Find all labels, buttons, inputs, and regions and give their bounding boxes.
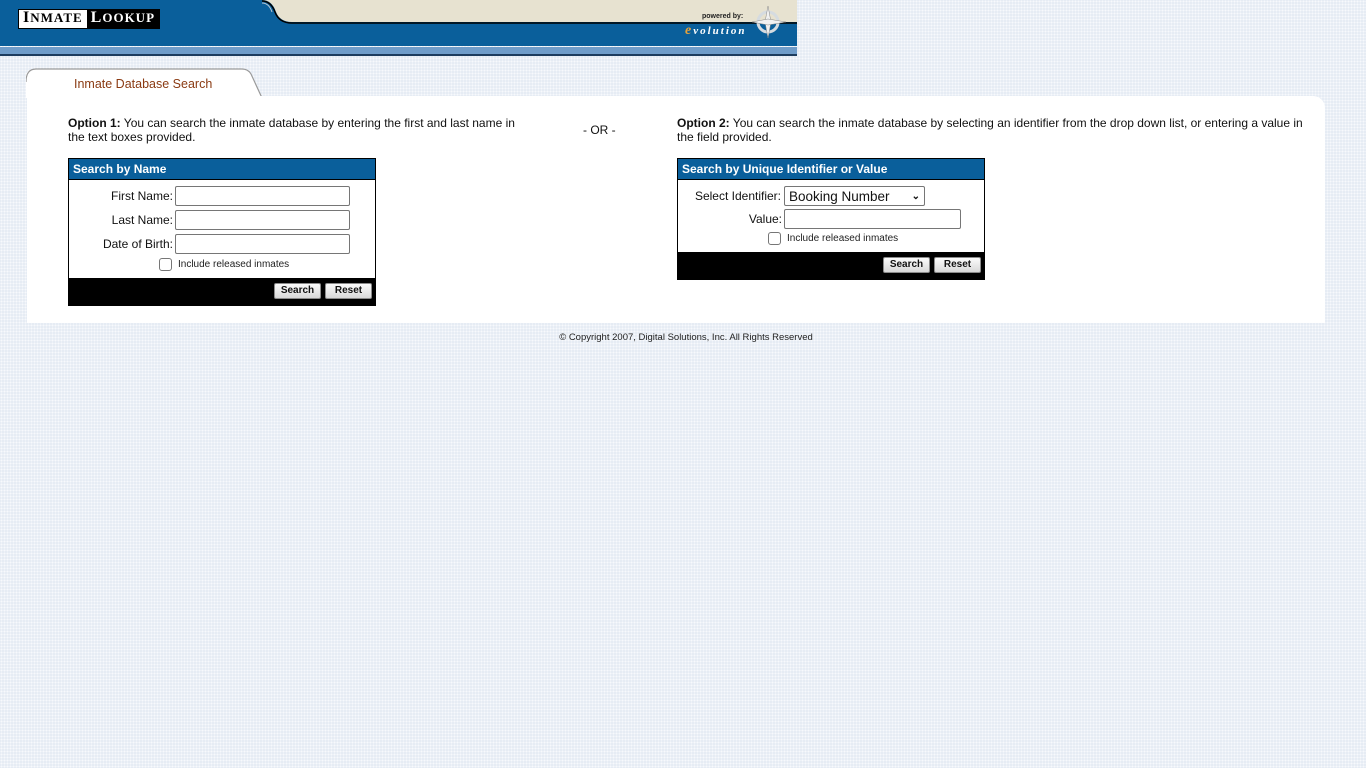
logo-word-lookup: LOOKUP (86, 10, 160, 28)
include-released-row-id: Include released inmates (768, 232, 898, 245)
include-released-label-id: Include released inmates (787, 233, 899, 244)
header-banner: INMATE LOOKUP powered by: evolution (0, 0, 797, 56)
include-released-checkbox-name[interactable] (159, 258, 172, 271)
last-name-row: Last Name: (69, 210, 350, 230)
include-released-row-name: Include released inmates (159, 258, 289, 271)
search-by-name-title: Search by Name (69, 159, 375, 180)
search-by-identifier-title: Search by Unique Identifier or Value (678, 159, 984, 180)
value-row: Value: (678, 209, 961, 229)
chevron-down-icon: ⌄ (911, 190, 920, 202)
search-by-name-footer: Search Reset (69, 278, 375, 305)
search-by-name-search-button[interactable]: Search (274, 283, 321, 299)
include-released-checkbox-id[interactable] (768, 232, 781, 245)
search-by-identifier-footer: Search Reset (678, 252, 984, 279)
identifier-row: Select Identifier: Booking Number ⌄ (678, 186, 925, 206)
first-name-input[interactable] (175, 186, 350, 206)
search-by-name-box: Search by Name First Name: Last Name: Da… (68, 158, 376, 306)
date-of-birth-label: Date of Birth: (102, 237, 173, 251)
search-by-name-reset-button[interactable]: Reset (325, 283, 372, 299)
include-released-label-name: Include released inmates (178, 259, 290, 270)
first-name-row: First Name: (69, 186, 350, 206)
date-of-birth-row: Date of Birth: (69, 234, 350, 254)
option2-description: Option 2: You can search the inmate data… (677, 116, 1303, 144)
value-input[interactable] (784, 209, 961, 229)
option1-description: Option 1: You can search the inmate data… (68, 116, 515, 144)
select-identifier-label: Select Identifier: (694, 189, 781, 203)
last-name-label: Last Name: (111, 213, 173, 227)
tab-inmate-database-search[interactable]: Inmate Database Search (74, 77, 212, 91)
value-label: Value: (748, 212, 782, 226)
date-of-birth-input[interactable] (175, 234, 350, 254)
banner-bottom-line (0, 54, 797, 56)
search-by-identifier-reset-button[interactable]: Reset (934, 257, 981, 273)
powered-by-label: powered by: (702, 13, 744, 20)
search-by-identifier-box: Search by Unique Identifier or Value Sel… (677, 158, 985, 280)
or-separator: - OR - (583, 123, 616, 137)
logo-word-inmate: INMATE (19, 10, 87, 28)
inmate-lookup-logo[interactable]: INMATE LOOKUP (18, 9, 161, 29)
search-panel: Option 1: You can search the inmate data… (27, 96, 1325, 323)
last-name-input[interactable] (175, 210, 350, 230)
search-by-identifier-search-button[interactable]: Search (883, 257, 930, 273)
evolution-brand: evolution (685, 23, 747, 38)
identifier-selected-value: Booking Number (789, 188, 890, 204)
banner-stripe (0, 47, 797, 54)
evolution-compass-icon (751, 5, 787, 39)
copyright-notice: © Copyright 2007, Digital Solutions, Inc… (559, 332, 813, 343)
first-name-label: First Name: (110, 189, 173, 203)
identifier-select[interactable]: Booking Number ⌄ (784, 186, 925, 206)
